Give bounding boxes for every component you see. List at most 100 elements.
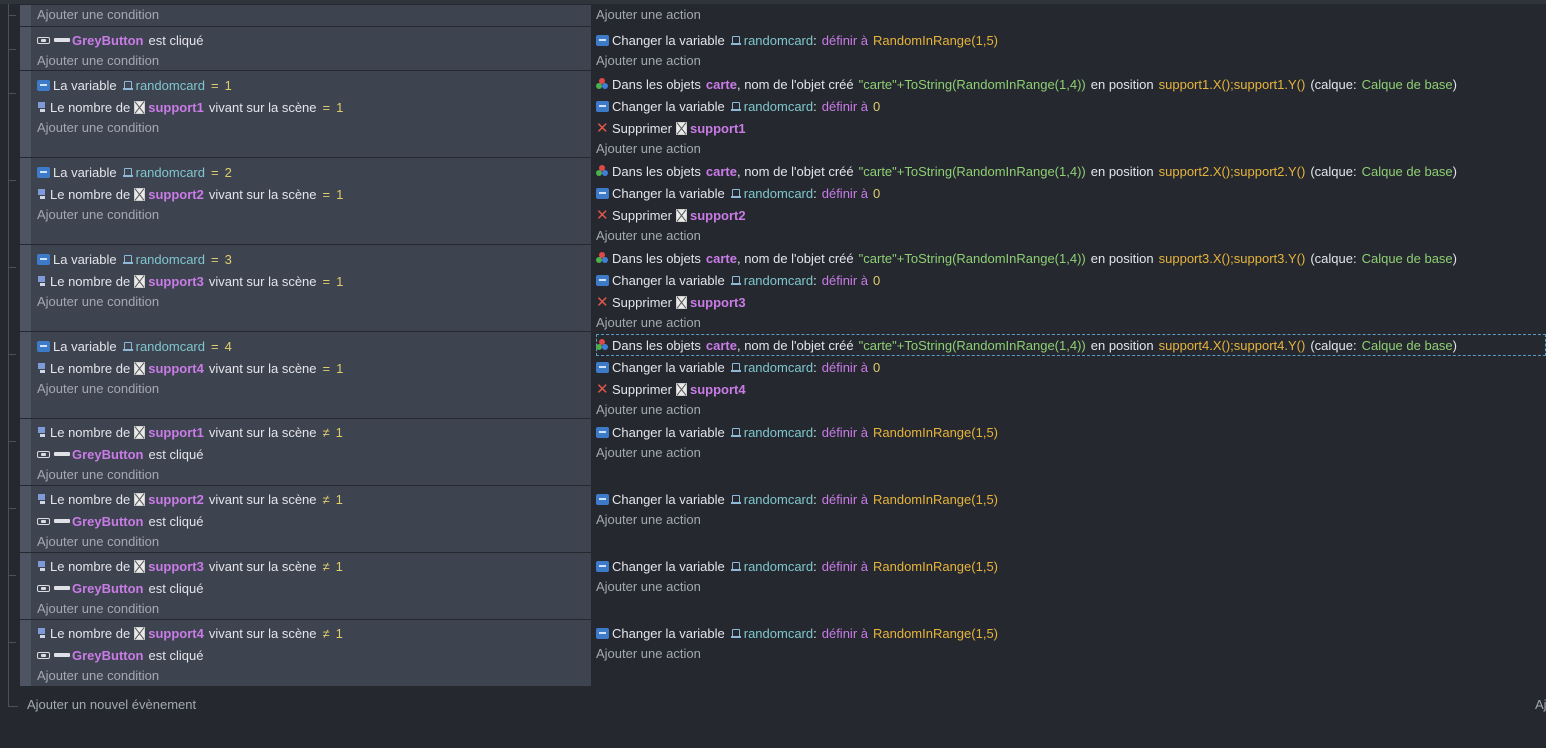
add-condition-link[interactable]: Ajouter une condition	[37, 666, 591, 686]
actions-panel[interactable]: Changer la variable randomcard: définir …	[596, 620, 1546, 686]
add-action-link[interactable]: Ajouter une action	[596, 644, 1546, 664]
event-row[interactable]: Le nombre de support3 vivant sur la scèn…	[0, 553, 1546, 619]
add-action-link[interactable]: Ajouter une action	[596, 400, 1546, 420]
event-row[interactable]: Le nombre de support2 vivant sur la scèn…	[0, 486, 1546, 552]
conditions-panel[interactable]: GreyButton est cliqué Ajouter une condit…	[20, 27, 591, 70]
conditions-panel[interactable]: La variable randomcard = 1 Le nombre de …	[20, 71, 591, 157]
action-change-variable[interactable]: Changer la variable randomcard: définir …	[596, 622, 1546, 644]
condition-button-clicked[interactable]: GreyButton est cliqué	[37, 510, 591, 532]
compare-value: 1	[336, 360, 344, 376]
actions-panel[interactable]: Dans les objets carte , nom de l'objet c…	[596, 245, 1546, 331]
action-create-object[interactable]: Dans les objets carte , nom de l'objet c…	[596, 73, 1546, 95]
action-delete-object[interactable]: ✕ Supprimer support3	[596, 291, 1546, 313]
add-condition-link[interactable]: Ajouter une condition	[37, 205, 591, 225]
operator-text: définir à	[821, 424, 868, 440]
event-row[interactable]: GreyButton est cliqué Ajouter une condit…	[0, 27, 1546, 70]
condition-button-clicked[interactable]: GreyButton est cliqué	[37, 577, 591, 599]
event-row[interactable]: Le nombre de support4 vivant sur la scèn…	[0, 620, 1546, 686]
condition-variable-compare[interactable]: La variable randomcard = 4	[37, 335, 591, 357]
conditions-panel[interactable]: La variable randomcard = 4 Le nombre de …	[20, 332, 591, 418]
event-row[interactable]: Le nombre de support1 vivant sur la scèn…	[0, 419, 1546, 485]
value: 0	[872, 98, 881, 114]
condition-object-count[interactable]: Le nombre de support3 vivant sur la scèn…	[37, 270, 591, 292]
actions-panel[interactable]: Changer la variable randomcard: définir …	[596, 553, 1546, 619]
condition-object-count[interactable]: Le nombre de support2 vivant sur la scèn…	[37, 488, 591, 510]
add-action-link[interactable]: Ajouter une action	[596, 226, 1546, 246]
object-name: support2	[689, 207, 746, 223]
actions-panel[interactable]: Dans les objets carte , nom de l'objet c…	[596, 332, 1546, 418]
layer-name: Calque de base	[1361, 250, 1453, 266]
condition-button-clicked[interactable]: GreyButton est cliqué	[37, 644, 591, 666]
action-change-variable[interactable]: Changer la variable randomcard: définir …	[596, 269, 1546, 291]
action-create-object[interactable]: Dans les objets carte , nom de l'objet c…	[596, 247, 1546, 269]
conditions-panel[interactable]: La variable randomcard = 3 Le nombre de …	[20, 245, 591, 331]
scene-variable-icon	[122, 254, 133, 265]
colon: :	[813, 185, 817, 201]
add-action-link[interactable]: Ajouter une action	[596, 5, 1546, 25]
condition-object-count[interactable]: Le nombre de support4 vivant sur la scèn…	[37, 622, 591, 644]
conditions-panel[interactable]: Ajouter une condition	[20, 5, 591, 26]
condition-variable-compare[interactable]: La variable randomcard = 2	[37, 161, 591, 183]
condition-text-suffix: vivant sur la scène	[208, 424, 317, 440]
actions-panel[interactable]: Dans les objets carte , nom de l'objet c…	[596, 71, 1546, 157]
action-create-object[interactable]: Dans les objets carte , nom de l'objet c…	[596, 334, 1546, 356]
action-change-variable[interactable]: Changer la variable randomcard: définir …	[596, 555, 1546, 577]
variable-icon	[596, 187, 609, 199]
action-delete-object[interactable]: ✕ Supprimer support1	[596, 117, 1546, 139]
actions-panel[interactable]: Changer la variable randomcard: définir …	[596, 419, 1546, 485]
conditions-panel[interactable]: Le nombre de support1 vivant sur la scèn…	[20, 419, 591, 485]
action-change-variable[interactable]: Changer la variable randomcard: définir …	[596, 29, 1546, 51]
add-condition-link[interactable]: Ajouter une condition	[37, 465, 591, 485]
action-change-variable[interactable]: Changer la variable randomcard: définir …	[596, 356, 1546, 378]
add-condition-link[interactable]: Ajouter une condition	[37, 379, 591, 399]
actions-panel[interactable]: Ajouter une action	[596, 5, 1546, 26]
condition-variable-compare[interactable]: La variable randomcard = 3	[37, 248, 591, 270]
add-action-link[interactable]: Ajouter une action	[596, 51, 1546, 71]
event-row[interactable]: La variable randomcard = 2 Le nombre de …	[0, 158, 1546, 244]
action-change-variable[interactable]: Changer la variable randomcard: définir …	[596, 421, 1546, 443]
condition-object-count[interactable]: Le nombre de support3 vivant sur la scèn…	[37, 555, 591, 577]
colon: :	[813, 424, 817, 440]
action-change-variable[interactable]: Changer la variable randomcard: définir …	[596, 95, 1546, 117]
compare-value: 1	[336, 273, 344, 289]
condition-object-count[interactable]: Le nombre de support1 vivant sur la scèn…	[37, 96, 591, 118]
variable-name: randomcard	[743, 185, 814, 201]
add-condition-link[interactable]: Ajouter une condition	[37, 292, 591, 312]
conditions-panel[interactable]: Le nombre de support3 vivant sur la scèn…	[20, 553, 591, 619]
condition-button-clicked[interactable]: GreyButton est cliqué	[37, 29, 591, 51]
action-change-variable[interactable]: Changer la variable randomcard: définir …	[596, 182, 1546, 204]
compare-value: 2	[224, 164, 232, 180]
event-row[interactable]: La variable randomcard = 3 Le nombre de …	[0, 245, 1546, 331]
add-condition-link[interactable]: Ajouter une condition	[37, 51, 591, 71]
event-row[interactable]: La variable randomcard = 4 Le nombre de …	[0, 332, 1546, 418]
add-action-link[interactable]: Ajouter une action	[596, 443, 1546, 463]
event-row[interactable]: La variable randomcard = 1 Le nombre de …	[0, 71, 1546, 157]
add-condition-link[interactable]: Ajouter une condition	[37, 118, 591, 138]
add-action-link[interactable]: Ajouter une action	[596, 577, 1546, 597]
condition-variable-compare[interactable]: La variable randomcard = 1	[37, 74, 591, 96]
add-action-link[interactable]: Ajouter une action	[596, 313, 1546, 333]
condition-object-count[interactable]: Le nombre de support4 vivant sur la scèn…	[37, 357, 591, 379]
actions-panel[interactable]: Changer la variable randomcard: définir …	[596, 486, 1546, 552]
add-action-link[interactable]: Ajouter une action	[596, 510, 1546, 530]
condition-object-count[interactable]: Le nombre de support1 vivant sur la scèn…	[37, 421, 591, 443]
action-delete-object[interactable]: ✕ Supprimer support4	[596, 378, 1546, 400]
add-condition-link[interactable]: Ajouter une condition	[37, 532, 591, 552]
add-right-truncated-link[interactable]: Aj	[1535, 697, 1546, 712]
actions-panel[interactable]: Changer la variable randomcard: définir …	[596, 27, 1546, 70]
condition-button-clicked[interactable]: GreyButton est cliqué	[37, 443, 591, 465]
add-action-link[interactable]: Ajouter une action	[596, 139, 1546, 159]
event-row[interactable]: Ajouter une condition Ajouter une action	[0, 5, 1546, 26]
actions-panel[interactable]: Dans les objets carte , nom de l'objet c…	[596, 158, 1546, 244]
action-create-object[interactable]: Dans les objets carte , nom de l'objet c…	[596, 160, 1546, 182]
button-clicked-icon	[37, 36, 50, 44]
add-condition-link[interactable]: Ajouter une condition	[37, 5, 591, 25]
conditions-panel[interactable]: La variable randomcard = 2 Le nombre de …	[20, 158, 591, 244]
conditions-panel[interactable]: Le nombre de support4 vivant sur la scèn…	[20, 620, 591, 686]
action-change-variable[interactable]: Changer la variable randomcard: définir …	[596, 488, 1546, 510]
add-new-event-link[interactable]: Ajouter un nouvel évènement	[27, 697, 196, 712]
add-condition-link[interactable]: Ajouter une condition	[37, 599, 591, 619]
action-delete-object[interactable]: ✕ Supprimer support2	[596, 204, 1546, 226]
conditions-panel[interactable]: Le nombre de support2 vivant sur la scèn…	[20, 486, 591, 552]
condition-object-count[interactable]: Le nombre de support2 vivant sur la scèn…	[37, 183, 591, 205]
